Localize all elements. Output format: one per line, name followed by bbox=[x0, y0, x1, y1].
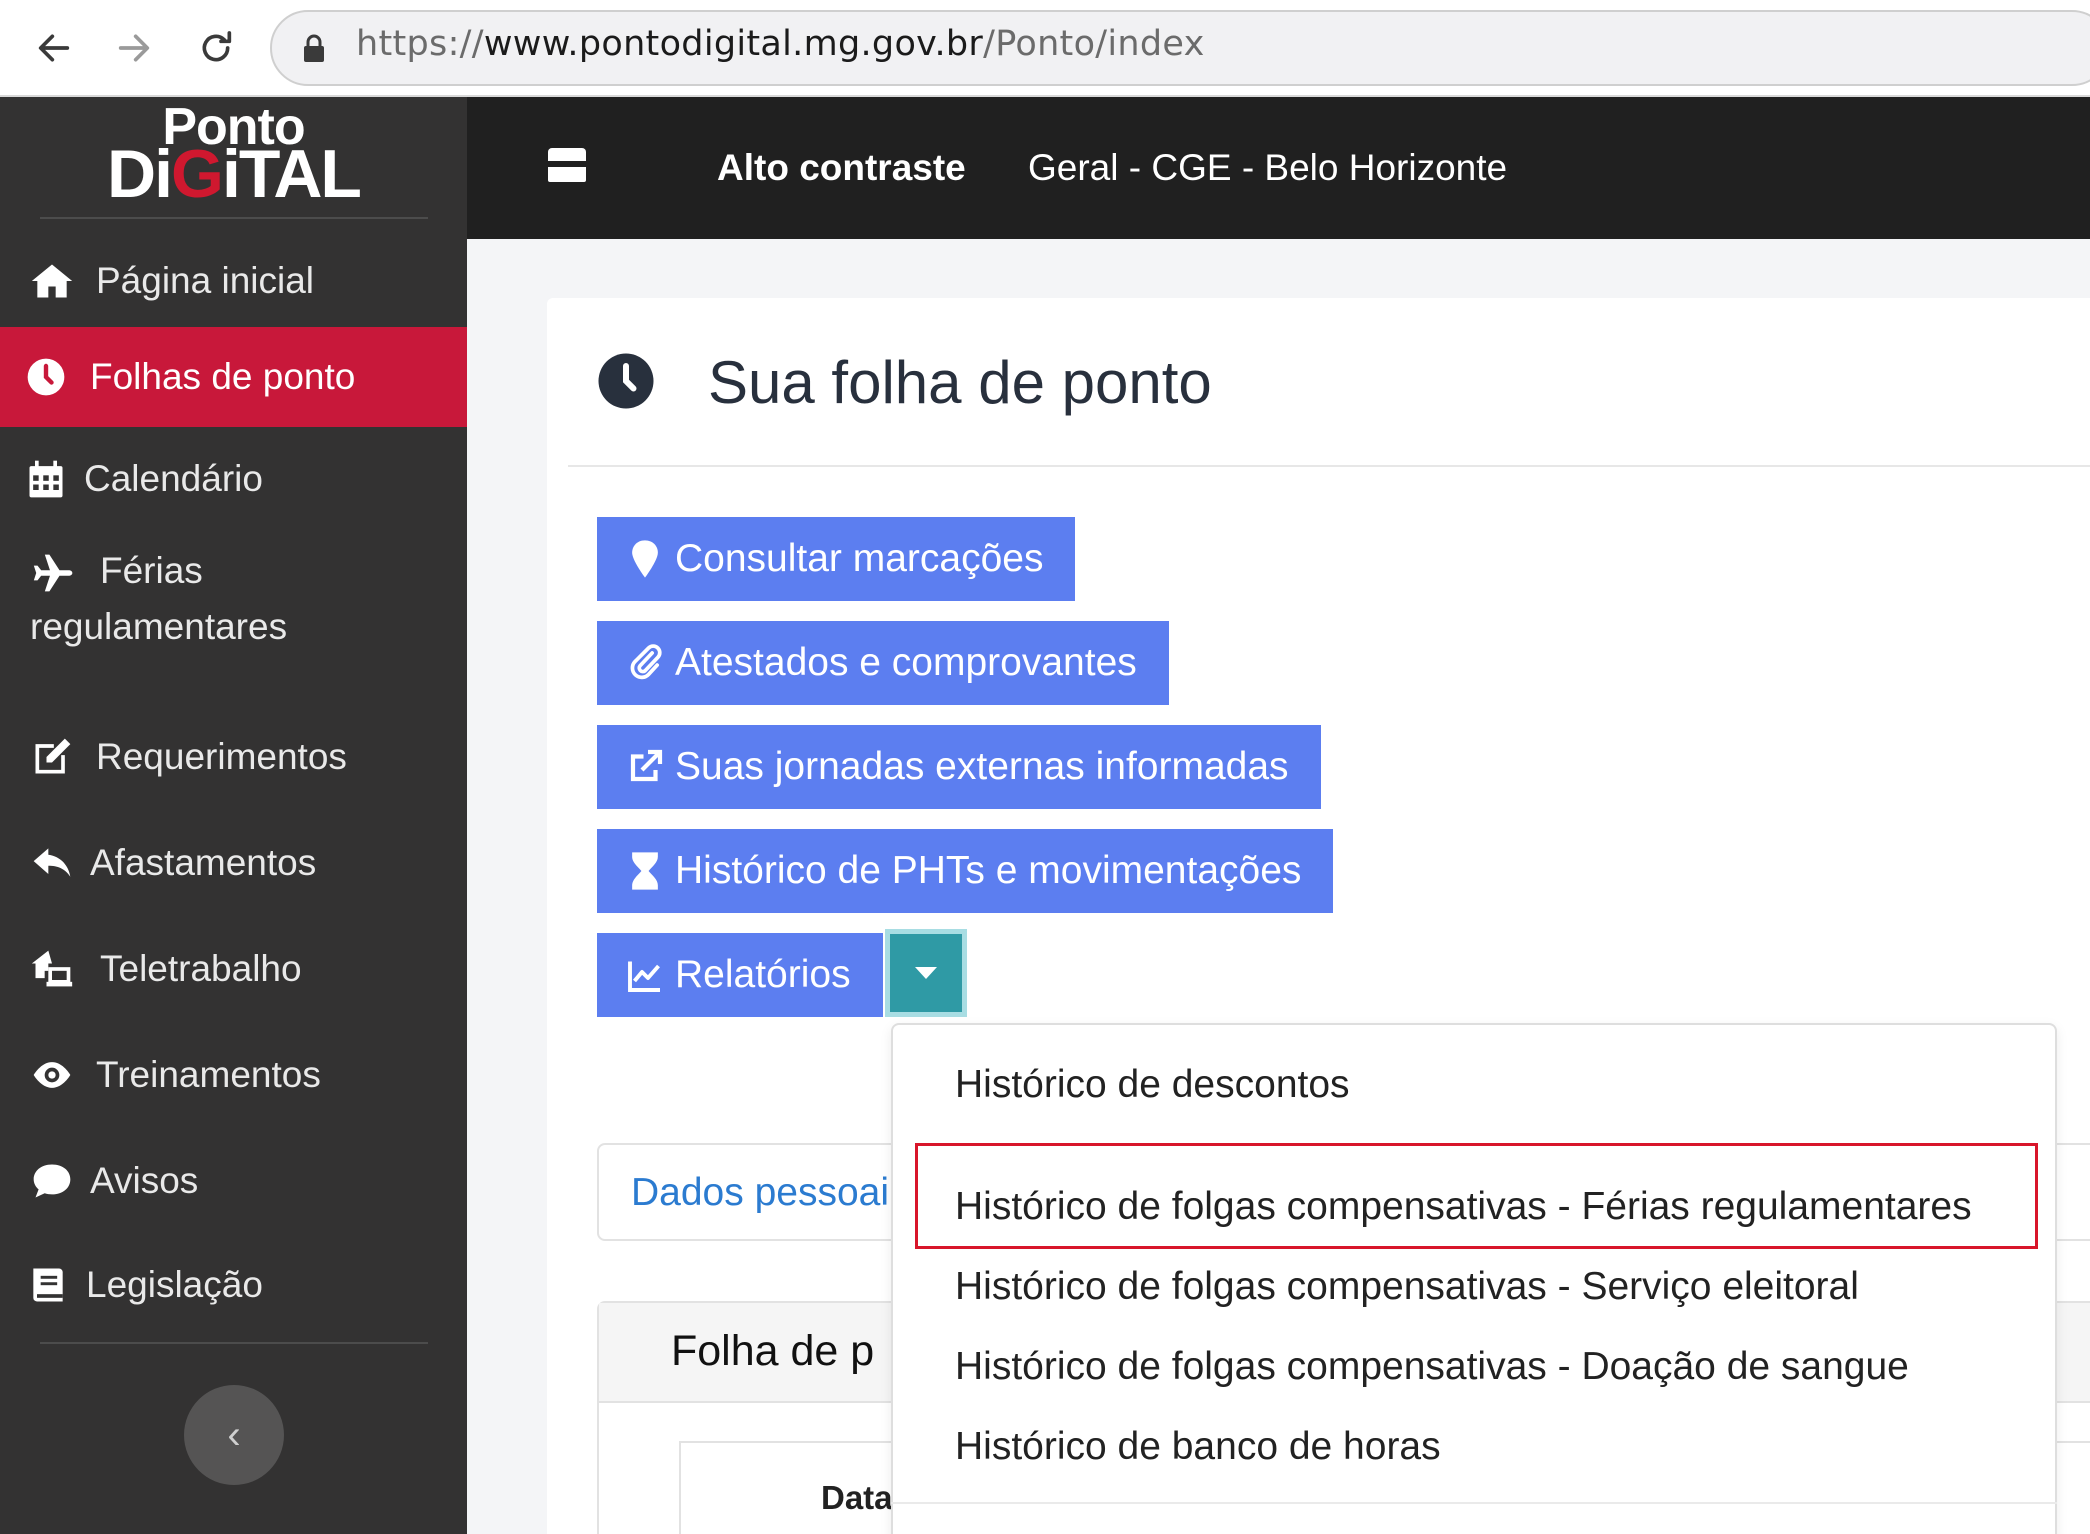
ponto-digital-logo[interactable]: Ponto DiGiTAL bbox=[0, 97, 467, 217]
top-header: Alto contraste Geral - CGE - Belo Horizo… bbox=[467, 97, 2090, 239]
atestados-comprovantes-button[interactable]: Atestados e comprovantes bbox=[597, 621, 1169, 705]
historico-phts-button[interactable]: Histórico de PHTs e movimentações bbox=[597, 829, 1334, 913]
relatorios-button[interactable]: Relatórios bbox=[597, 933, 883, 1017]
sidebar-item-afastamentos[interactable]: Afastamentos bbox=[0, 813, 467, 913]
sidebar-item-requerimentos[interactable]: Requerimentos bbox=[0, 707, 467, 807]
eye-icon bbox=[30, 1053, 74, 1097]
table-header-data: Data bbox=[821, 1479, 893, 1516]
chevron-left-icon: ‹ bbox=[227, 1412, 241, 1457]
caret-down-icon bbox=[915, 967, 937, 979]
sidebar-item-teletrabalho[interactable]: Teletrabalho bbox=[0, 919, 467, 1019]
sidebar-divider bbox=[40, 217, 428, 219]
card-icon[interactable] bbox=[547, 147, 587, 183]
sidebar-divider bbox=[40, 1342, 428, 1344]
lock-icon bbox=[304, 34, 324, 62]
back-arrow-icon[interactable] bbox=[28, 22, 80, 74]
sidebar-item-avisos[interactable]: Avisos bbox=[0, 1131, 467, 1231]
sidebar: Ponto DiGiTAL Página inicial Folhas de p… bbox=[0, 97, 467, 1534]
menu-item-banco-horas[interactable]: Histórico de banco de horas bbox=[955, 1425, 1441, 1469]
line-chart-icon bbox=[627, 955, 663, 995]
reload-icon[interactable] bbox=[190, 22, 242, 74]
menu-item-folgas-eleitoral[interactable]: Histórico de folgas compensativas - Serv… bbox=[955, 1265, 1859, 1309]
edit-icon bbox=[30, 735, 74, 779]
reply-icon bbox=[30, 841, 74, 885]
dropdown-divider bbox=[891, 1502, 2057, 1504]
external-link-icon bbox=[627, 747, 663, 787]
home-laptop-icon bbox=[30, 947, 74, 991]
sidebar-collapse-button[interactable]: ‹ bbox=[184, 1385, 284, 1485]
book-icon bbox=[26, 1263, 70, 1307]
hourglass-icon bbox=[627, 851, 663, 891]
sidebar-item-ferias-regulamentares[interactable]: Férias regulamentares bbox=[30, 543, 450, 655]
sidebar-item-treinamentos[interactable]: Treinamentos bbox=[0, 1025, 467, 1125]
clock-icon bbox=[24, 355, 68, 399]
forward-arrow-icon[interactable] bbox=[108, 22, 160, 74]
jornadas-externas-button[interactable]: Suas jornadas externas informadas bbox=[597, 725, 1321, 809]
plane-icon bbox=[30, 551, 78, 595]
sidebar-item-legislacao[interactable]: Legislação bbox=[0, 1235, 467, 1335]
browser-toolbar: https://www.pontodigital.mg.gov.br/Ponto… bbox=[0, 0, 2090, 97]
consultar-marcacoes-button[interactable]: Consultar marcações bbox=[597, 517, 1076, 601]
sidebar-item-folhas-de-ponto[interactable]: Folhas de ponto bbox=[0, 327, 467, 427]
clock-icon bbox=[598, 353, 654, 409]
sidebar-item-pagina-inicial[interactable]: Página inicial bbox=[0, 231, 467, 331]
calendar-icon bbox=[24, 457, 68, 501]
organization-label: Geral - CGE - Belo Horizonte bbox=[1028, 147, 1508, 188]
page-title: Sua folha de ponto bbox=[708, 349, 1212, 416]
high-contrast-toggle[interactable]: Alto contraste bbox=[717, 147, 966, 189]
relatorios-dropdown-menu: Histórico de descontos Histórico de folg… bbox=[891, 1023, 2057, 1534]
paperclip-icon bbox=[627, 643, 663, 683]
url-text[interactable]: https://www.pontodigital.mg.gov.br/Ponto… bbox=[356, 24, 1205, 64]
title-divider bbox=[568, 465, 2090, 467]
relatorios-dropdown-toggle[interactable] bbox=[885, 929, 967, 1017]
chat-icon bbox=[30, 1159, 74, 1203]
sidebar-item-calendario[interactable]: Calendário bbox=[0, 429, 467, 529]
highlight-box bbox=[915, 1143, 2038, 1249]
home-icon bbox=[30, 259, 74, 303]
menu-item-historico-descontos[interactable]: Histórico de descontos bbox=[955, 1063, 1350, 1107]
menu-item-folgas-sangue[interactable]: Histórico de folgas compensativas - Doaç… bbox=[955, 1345, 1909, 1389]
map-marker-icon bbox=[627, 539, 663, 579]
